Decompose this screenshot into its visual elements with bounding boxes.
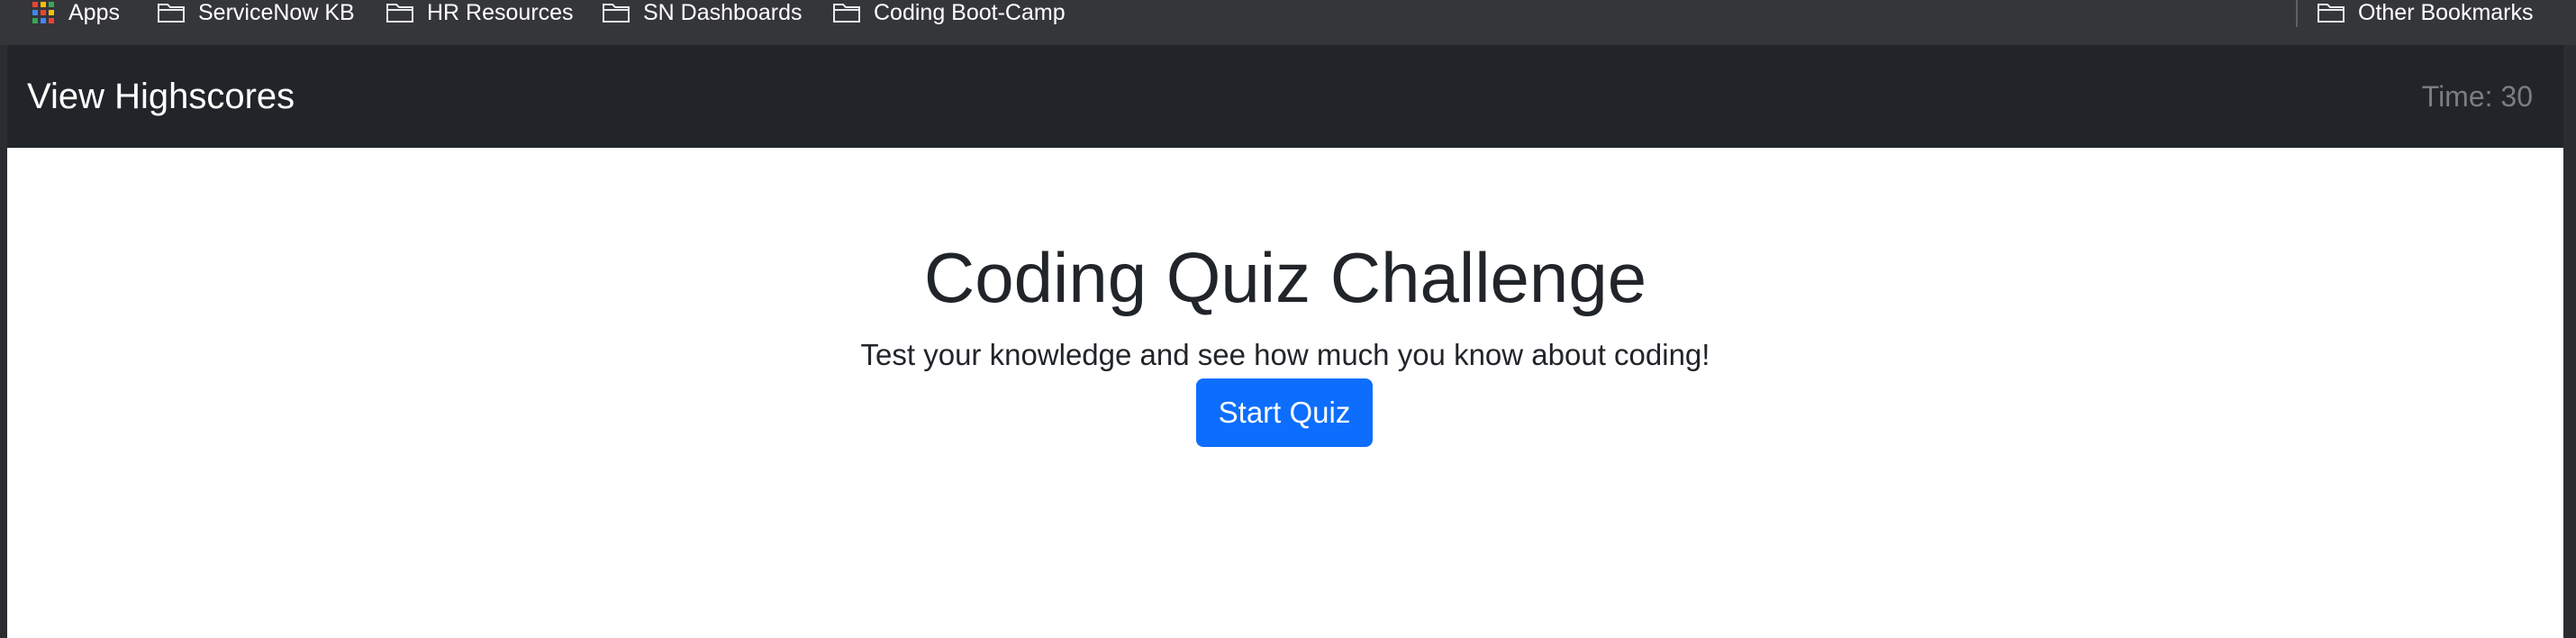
bookmark-sn-dashboards[interactable]: SN Dashboards — [602, 0, 802, 25]
bookmark-hr-resources[interactable]: HR Resources — [385, 0, 574, 25]
quiz-description: Test your knowledge and see how much you… — [860, 338, 1710, 371]
navbar: View Highscores Time: 30 — [7, 45, 2563, 148]
bookmark-label: ServiceNow KB — [198, 0, 355, 25]
bookmarks-separator — [2296, 0, 2298, 27]
page-title: Coding Quiz Challenge — [923, 238, 1647, 317]
bookmark-label: SN Dashboards — [643, 0, 803, 25]
folder-icon — [158, 4, 185, 23]
folder-icon — [2317, 4, 2345, 23]
bookmark-apps[interactable]: Apps — [31, 0, 120, 25]
bookmark-label: Other Bookmarks — [2358, 0, 2534, 25]
bookmark-other-bookmarks[interactable]: Other Bookmarks — [2317, 0, 2534, 25]
timer: Time: 30 — [2421, 80, 2533, 113]
bookmark-label: Apps — [68, 0, 120, 25]
apps-grid-icon — [32, 2, 54, 23]
folder-icon — [386, 4, 413, 23]
page-viewport: View Highscores Time: 30 Coding Quiz Cha… — [7, 45, 2563, 638]
start-quiz-button[interactable]: Start Quiz — [1196, 378, 1373, 447]
bookmark-coding-boot-camp[interactable]: Coding Boot-Camp — [832, 0, 1066, 25]
bookmark-label: HR Resources — [427, 0, 574, 25]
folder-icon — [833, 4, 860, 23]
bookmarks-bar: Apps ServiceNow KB HR Resources SN Dashb… — [0, 0, 2576, 45]
folder-icon — [603, 4, 630, 23]
bookmark-servicenow-kb[interactable]: ServiceNow KB — [157, 0, 355, 25]
view-highscores-link[interactable]: View Highscores — [27, 45, 295, 148]
bookmark-label: Coding Boot-Camp — [874, 0, 1066, 25]
